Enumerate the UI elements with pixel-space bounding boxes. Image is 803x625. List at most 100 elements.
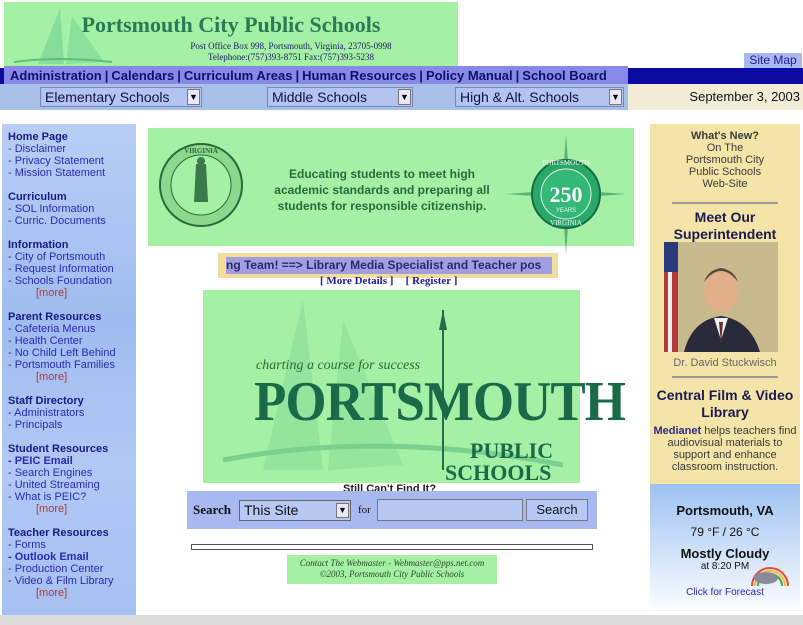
sidebar-heading[interactable]: Parent Resources [8, 311, 136, 323]
sidebar-more-link[interactable]: [more] [8, 287, 136, 299]
nav-curriculum-areas[interactable]: Curriculum Areas [184, 68, 293, 83]
sidebar-link[interactable]: - Portsmouth Families [8, 359, 136, 371]
seal-right-number: 250 [550, 182, 583, 207]
register-link[interactable]: [ Register ] [404, 275, 460, 287]
sidebar-link[interactable]: - Request Information [8, 263, 136, 275]
superintendent-name[interactable]: Dr. David Stuckwisch [650, 357, 800, 369]
sidebar-link[interactable]: - City of Portsmouth [8, 251, 136, 263]
nav-policy-manual[interactable]: Policy Manual [426, 68, 513, 83]
superintendent-heading[interactable]: Meet Our Superintendent [650, 209, 800, 243]
sidebar-link[interactable]: - Privacy Statement [8, 155, 136, 167]
sidebar-link[interactable]: - PEIC Email [8, 455, 136, 467]
sidebar-link[interactable]: - Cafeteria Menus [8, 323, 136, 335]
sidebar-link[interactable]: - Principals [8, 419, 136, 431]
seal-right-top-text: PORTSMOUTH [542, 159, 589, 167]
whats-new-link[interactable]: What's New? On The Portsmouth City Publi… [650, 130, 800, 190]
sidebar-link[interactable]: - United Streaming [8, 479, 136, 491]
sidebar-link[interactable]: - Disclaimer [8, 143, 136, 155]
nav-separator: | [515, 68, 520, 83]
sidebar-more-link[interactable]: [more] [8, 587, 136, 599]
sidebar-heading[interactable]: Student Resources [8, 443, 136, 455]
sidebar-more-link[interactable]: [more] [8, 371, 136, 383]
chevron-down-icon: ▼ [336, 503, 349, 518]
sidebar-link[interactable]: - Schools Foundation [8, 275, 136, 287]
virginia-seal-icon: VIRGINIA [159, 143, 243, 227]
address-line: Post Office Box 998, Portsmouth, Virgini… [190, 41, 392, 51]
mission-statement: Educating students to meet high academic… [274, 167, 490, 213]
sidebar-more-link[interactable]: [more] [8, 503, 136, 515]
nav-human-resources[interactable]: Human Resources [302, 68, 416, 83]
webmaster-contact-link[interactable]: Contact The Webmaster - Webmaster@pps.ne… [287, 558, 497, 569]
superintendent-photo[interactable] [664, 242, 778, 352]
sidebar-link[interactable]: - SOL Information [8, 203, 136, 215]
news-ticker-text[interactable]: ng Team! ==> Library Media Specialist an… [226, 257, 552, 274]
nav-separator: | [177, 68, 181, 83]
main-nav: Administration | Calendars | Curriculum Area… [4, 66, 628, 86]
nav-school-board[interactable]: School Board [522, 68, 607, 83]
current-date: September 3, 2003 [689, 89, 800, 104]
chevron-down-icon: ▼ [609, 89, 622, 105]
divider [672, 202, 778, 204]
search-input[interactable] [377, 499, 523, 521]
sidebar-link[interactable]: - Mission Statement [8, 167, 136, 179]
site-title: Portsmouth City Public Schools [81, 12, 381, 37]
nav-separator: | [104, 68, 109, 83]
sidebar-link[interactable]: - Health Center [8, 335, 136, 347]
sidebar-link[interactable]: - Search Engines [8, 467, 136, 479]
contact-line: Telephone:(757)393-8751 Fax:(757)393-523… [207, 52, 375, 62]
sidebar-link[interactable]: - Outlook Email [8, 551, 136, 563]
nav-separator: | [295, 68, 300, 83]
nav-separator: | [419, 68, 423, 83]
sidebar-link[interactable]: - Forms [8, 539, 136, 551]
nav-administration[interactable]: Administration [10, 68, 102, 83]
for-label: for [358, 504, 371, 516]
portrait-image [664, 242, 778, 352]
whats-new-line: Portsmouth City [685, 154, 765, 166]
sidebar-link[interactable]: - Production Center [8, 563, 136, 575]
sidebar-link[interactable]: - No Child Left Behind [8, 347, 136, 359]
chevron-down-icon: ▼ [187, 89, 200, 105]
left-sidebar: Home Page - Disclaimer - Privacy Statement… [2, 124, 136, 615]
copyright: ©2003, Portsmouth City Public Schools [319, 569, 465, 579]
sidebar-link[interactable]: - Curric. Documents [8, 215, 136, 227]
search-button[interactable]: Search [526, 499, 588, 521]
divider [672, 376, 778, 378]
nav-calendars[interactable]: Calendars [111, 68, 174, 83]
seal-left-label: VIRGINIA [184, 147, 218, 155]
high-select-label: High & Alt. Schools [460, 89, 580, 105]
whats-new-line: Web-Site [702, 178, 748, 190]
portsmouth-250-seal-icon: PORTSMOUTH 250 YEARS VIRGINIA [506, 134, 626, 254]
middle-schools-select[interactable]: Middle Schools ▼ [267, 87, 413, 107]
footer: Contact The Webmaster - Webmaster@pps.ne… [287, 555, 497, 584]
middle-select-label: Middle Schools [272, 89, 367, 105]
search-scope-select[interactable]: This Site ▼ [239, 500, 351, 521]
sidebar-link[interactable]: - What is PEIC? [8, 491, 136, 503]
cloud-rainbow-icon [751, 567, 789, 587]
sidebar-heading[interactable]: Teacher Resources [8, 527, 136, 539]
sidebar-link[interactable]: - Video & Film Library [8, 575, 136, 587]
sidebar-heading[interactable]: Curriculum [8, 191, 136, 203]
high-schools-select[interactable]: High & Alt. Schools ▼ [455, 87, 624, 107]
seal-right-bottom-text: VIRGINIA [550, 219, 582, 227]
whats-new-line: Public Schools [688, 166, 762, 178]
sidebar-heading[interactable]: Information [8, 239, 136, 251]
horizontal-rule [191, 544, 593, 550]
more-details-link[interactable]: [ More Details ] [318, 275, 395, 287]
bottom-strip [0, 615, 803, 625]
medianet-link[interactable]: Medianet [653, 425, 701, 437]
sidebar-link[interactable]: - Administrators [8, 407, 136, 419]
schools-wordmark: SCHOOLS [445, 460, 552, 485]
forecast-link[interactable]: Click for Forecast [650, 587, 800, 598]
sidebar-heading[interactable]: Staff Directory [8, 395, 136, 407]
elementary-schools-select[interactable]: Elementary Schools ▼ [40, 87, 202, 107]
elementary-select-label: Elementary Schools [45, 89, 170, 105]
chevron-down-icon: ▼ [398, 89, 411, 105]
seal-right-years: YEARS [556, 208, 576, 214]
sidebar-heading[interactable]: Home Page [8, 131, 136, 143]
film-library-heading[interactable]: Central Film & Video Library [650, 387, 800, 421]
site-map-link[interactable]: Site Map [744, 53, 802, 68]
